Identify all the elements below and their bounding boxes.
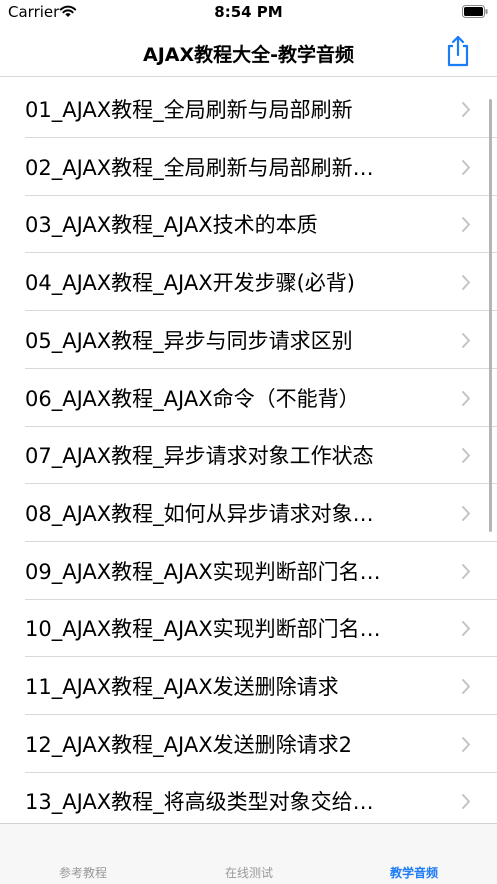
list-item[interactable]: 13_AJAX教程_将高级类型对象交给… xyxy=(0,773,497,823)
list-item[interactable]: 05_AJAX教程_异步与同步请求区别 xyxy=(0,312,497,369)
list-item[interactable]: 11_AJAX教程_AJAX发送删除请求 xyxy=(0,658,497,715)
chevron-right-icon xyxy=(462,448,470,464)
chevron-right-icon xyxy=(462,736,470,752)
chevron-right-icon xyxy=(462,390,470,406)
chevron-right-icon xyxy=(462,217,470,233)
scroll-indicator[interactable] xyxy=(489,99,492,532)
list-item[interactable]: 02_AJAX教程_全局刷新与局部刷新… xyxy=(0,139,497,196)
chevron-right-icon xyxy=(462,275,470,291)
list-item-label: 13_AJAX教程_将高级类型对象交给… xyxy=(25,790,374,815)
tab-2[interactable]: 在线测试 xyxy=(189,864,309,881)
list-item-label: 09_AJAX教程_AJAX实现判断部门名… xyxy=(25,559,381,584)
clock: 8:54 PM xyxy=(214,3,283,21)
chevron-right-icon xyxy=(462,563,470,579)
list-item[interactable]: 08_AJAX教程_如何从异步请求对象… xyxy=(0,485,497,542)
list-item-label: 07_AJAX教程_异步请求对象工作状态 xyxy=(25,444,374,469)
navigation-bar: AJAX教程大全-教学音频 xyxy=(0,26,497,77)
list-item-label: 08_AJAX教程_如何从异步请求对象… xyxy=(25,501,374,526)
list-item-label: 12_AJAX教程_AJAX发送删除请求2 xyxy=(25,732,352,757)
share-button[interactable] xyxy=(444,34,472,68)
list-item[interactable]: 04_AJAX教程_AJAX开发步骤(必背) xyxy=(0,254,497,312)
chevron-right-icon xyxy=(462,621,470,637)
list-item-label: 11_AJAX教程_AJAX发送删除请求 xyxy=(25,675,339,699)
list-item-label: 10_AJAX教程_AJAX实现判断部门名… xyxy=(25,617,381,642)
page-title: AJAX教程大全-教学音频 xyxy=(142,44,354,66)
chevron-right-icon xyxy=(462,159,470,175)
list-item[interactable]: 07_AJAX教程_异步请求对象工作状态 xyxy=(0,427,497,485)
list-item[interactable]: 09_AJAX教程_AJAX实现判断部门名… xyxy=(0,543,497,600)
list-item-label: 02_AJAX教程_全局刷新与局部刷新… xyxy=(25,155,374,180)
list-item[interactable]: 10_AJAX教程_AJAX实现判断部门名… xyxy=(0,600,497,658)
chevron-right-icon xyxy=(462,102,470,117)
list-item[interactable]: 03_AJAX教程_AJAX技术的本质 xyxy=(0,196,497,254)
list-item[interactable]: 12_AJAX教程_AJAX发送删除请求2 xyxy=(0,716,497,773)
tab-3[interactable]: 教学音频 xyxy=(354,864,474,881)
list-item-label: 05_AJAX教程_异步与同步请求区别 xyxy=(25,328,353,353)
list-item[interactable]: 01_AJAX教程_全局刷新与局部刷新 xyxy=(0,81,497,138)
status-bar: Carrier 8:54 PM xyxy=(0,0,497,26)
tab-bar: 参考教程 在线测试 教学音频 xyxy=(0,823,497,884)
list-item-label: 04_AJAX教程_AJAX开发步骤(必背) xyxy=(25,271,355,296)
chevron-right-icon xyxy=(462,505,470,521)
list-item-label: 01_AJAX教程_全局刷新与局部刷新 xyxy=(25,98,353,122)
list-item[interactable]: 06_AJAX教程_AJAX命令（不能背） xyxy=(0,370,497,427)
chevron-right-icon xyxy=(462,332,470,348)
audio-list[interactable]: 01_AJAX教程_全局刷新与局部刷新 02_AJAX教程_全局刷新与局部刷新… 0… xyxy=(0,81,497,823)
list-item-label: 03_AJAX教程_AJAX技术的本质 xyxy=(25,213,318,238)
chevron-right-icon xyxy=(462,794,470,810)
tab-1[interactable]: 参考教程 xyxy=(23,864,143,881)
chevron-right-icon xyxy=(462,679,470,694)
battery-icon xyxy=(462,5,488,18)
list-item-label: 06_AJAX教程_AJAX命令（不能背） xyxy=(25,386,360,411)
